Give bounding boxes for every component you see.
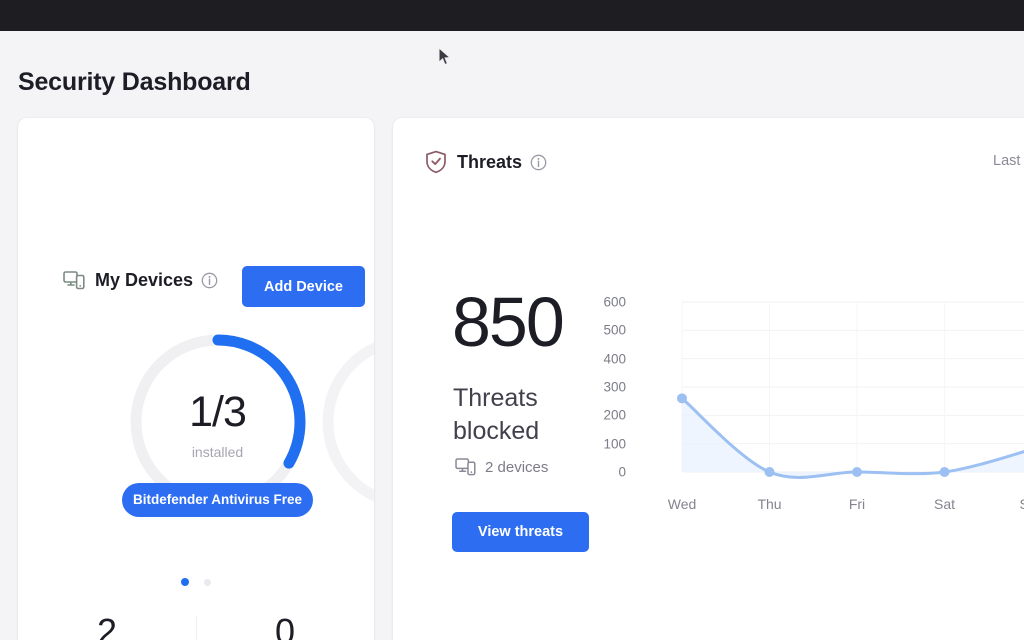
threats-header: Threats (425, 150, 547, 174)
gauge-caption: installed (191, 444, 244, 460)
chart-point-wed[interactable] (677, 393, 687, 404)
devices-icon (63, 271, 85, 290)
info-icon[interactable] (530, 154, 547, 171)
chart-x-tick-wed: Wed (667, 496, 697, 512)
chart-plot-area (677, 301, 1024, 479)
shield-check-icon (425, 150, 447, 174)
threats-count-caption: Threats blocked (453, 384, 540, 445)
devices-icon (455, 458, 476, 476)
chart-point-sat[interactable] (939, 467, 950, 477)
device-gauge-carousel[interactable]: 1/3 installed Bitdefender Antivirus Free (18, 318, 374, 548)
stat-at-risk: 0 At risk View (196, 610, 374, 640)
view-threats-button[interactable]: View threats (452, 512, 589, 552)
threats-devices-text: 2 devices (485, 458, 549, 476)
chart-y-tick-200: 200 (603, 407, 626, 423)
threats-title: Threats (457, 151, 523, 172)
threats-count: 850 (452, 283, 565, 361)
screen-root: Security Dashboard My Devices Add Device… (0, 0, 1024, 640)
gauge-value: 1/3 (189, 388, 247, 436)
stat-at-risk-value: 0 (274, 611, 296, 640)
device-stats: 2 Protected View 0 At risk View (18, 610, 374, 640)
carousel-dots[interactable] (18, 573, 374, 591)
carousel-dot-active[interactable] (181, 578, 190, 586)
chart-y-tick-600: 600 (603, 294, 626, 310)
chart-y-tick-0: 0 (618, 464, 626, 480)
my-devices-title: My Devices (95, 270, 194, 290)
page-title: Security Dashboard (18, 68, 251, 96)
chart-x-tick-fri: Fri (848, 496, 866, 512)
threats-line-chart: 600 500 400 300 200 100 0 Wed Thu Fri Sat Sun (603, 290, 1024, 515)
window-chrome-bar (0, 0, 1024, 31)
chart-x-tick-sat: Sat (933, 496, 956, 512)
chart-x-tick-thu: Thu (757, 496, 782, 512)
chart-y-tick-300: 300 (603, 379, 626, 395)
chart-y-tick-100: 100 (603, 436, 626, 452)
info-icon[interactable] (201, 272, 218, 289)
stat-protected: 2 Protected View (18, 610, 196, 640)
gauge-ring-next-preview (318, 330, 374, 514)
product-pill[interactable]: Bitdefender Antivirus Free (122, 483, 313, 517)
stat-protected-value: 2 (96, 611, 118, 640)
carousel-dot-inactive[interactable] (203, 579, 211, 586)
threats-range-label[interactable]: Last 7 days (993, 153, 1024, 169)
my-devices-card: My Devices Add Device 1/3 installed Bitd… (18, 118, 374, 640)
chart-point-fri[interactable] (852, 467, 862, 477)
chart-y-tick-400: 400 (603, 351, 626, 367)
chart-point-thu[interactable] (764, 467, 775, 477)
chart-y-tick-500: 500 (603, 322, 626, 338)
mouse-cursor (438, 47, 452, 67)
my-devices-header: My Devices (63, 270, 218, 291)
chart-x-tick-sun: Sun (1020, 496, 1024, 512)
add-device-button[interactable]: Add Device (242, 266, 365, 307)
threats-devices-row: 2 devices (455, 458, 548, 476)
